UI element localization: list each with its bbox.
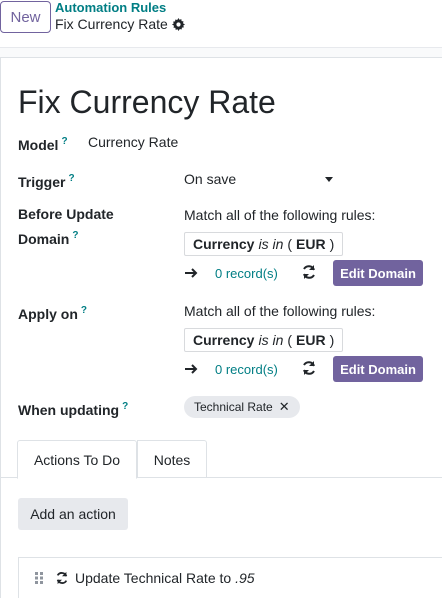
technical-rate-tag: Technical Rate ✕ xyxy=(184,396,300,418)
arrow-right-icon xyxy=(185,364,198,374)
tab-actions-to-do[interactable]: Actions To Do xyxy=(17,440,137,479)
before-update-domain-rule[interactable]: Currency is in ( EUR ) xyxy=(184,232,344,256)
breadcrumb-automation-rules[interactable]: Automation Rules xyxy=(55,0,166,15)
breadcrumb-current-label: Fix Currency Rate xyxy=(55,16,168,32)
refresh-icon[interactable] xyxy=(301,360,317,376)
before-update-help-icon[interactable]: ? xyxy=(72,230,78,241)
tab-notes[interactable]: Notes xyxy=(137,440,207,478)
before-update-records-link[interactable]: 0 record(s) xyxy=(215,266,278,281)
when-updating-help-icon[interactable]: ? xyxy=(122,401,128,412)
trigger-select[interactable]: On save xyxy=(184,169,339,189)
model-help-icon[interactable]: ? xyxy=(61,136,67,147)
when-updating-label: When updating? xyxy=(18,401,129,418)
model-value: Currency Rate xyxy=(88,134,179,150)
drag-handle-icon[interactable] xyxy=(34,571,44,585)
refresh-icon[interactable] xyxy=(301,264,317,280)
apply-on-match-text: Match all of the following rules: xyxy=(184,303,376,319)
model-label: Model? xyxy=(18,136,68,153)
trigger-help-icon[interactable]: ? xyxy=(68,173,74,184)
notebook-tabs: Actions To Do Notes xyxy=(1,440,442,479)
apply-on-help-icon[interactable]: ? xyxy=(81,305,87,316)
trigger-label: Trigger? xyxy=(18,173,75,190)
before-update-label: Before Update Domain? xyxy=(18,206,114,247)
apply-on-label: Apply on? xyxy=(18,305,87,322)
arrow-right-icon xyxy=(185,268,198,278)
add-action-button[interactable]: Add an action xyxy=(18,498,128,530)
apply-on-edit-domain-button[interactable]: Edit Domain xyxy=(333,356,423,382)
before-update-edit-domain-button[interactable]: Edit Domain xyxy=(333,260,423,286)
before-update-match-text: Match all of the following rules: xyxy=(184,207,376,223)
action-list-item[interactable]: Update Technical Rate to .95 xyxy=(18,557,442,598)
control-panel: New Automation Rules Fix Currency Rate xyxy=(0,0,442,48)
apply-on-records-link[interactable]: 0 record(s) xyxy=(215,362,278,377)
trigger-select-value: On save xyxy=(184,171,237,187)
tag-remove-icon[interactable]: ✕ xyxy=(279,399,290,415)
new-button[interactable]: New xyxy=(0,1,51,33)
refresh-icon xyxy=(56,571,68,585)
form-sheet: Fix Currency Rate Model? Currency Rate T… xyxy=(0,57,442,598)
record-title[interactable]: Fix Currency Rate xyxy=(18,84,276,121)
apply-on-domain-rule[interactable]: Currency is in ( EUR ) xyxy=(184,328,344,352)
caret-down-icon xyxy=(325,176,333,182)
tag-label: Technical Rate xyxy=(194,400,273,414)
gear-icon[interactable] xyxy=(171,17,185,31)
action-description: Update Technical Rate to .95 xyxy=(75,570,255,586)
breadcrumb-current: Fix Currency Rate xyxy=(55,16,185,32)
